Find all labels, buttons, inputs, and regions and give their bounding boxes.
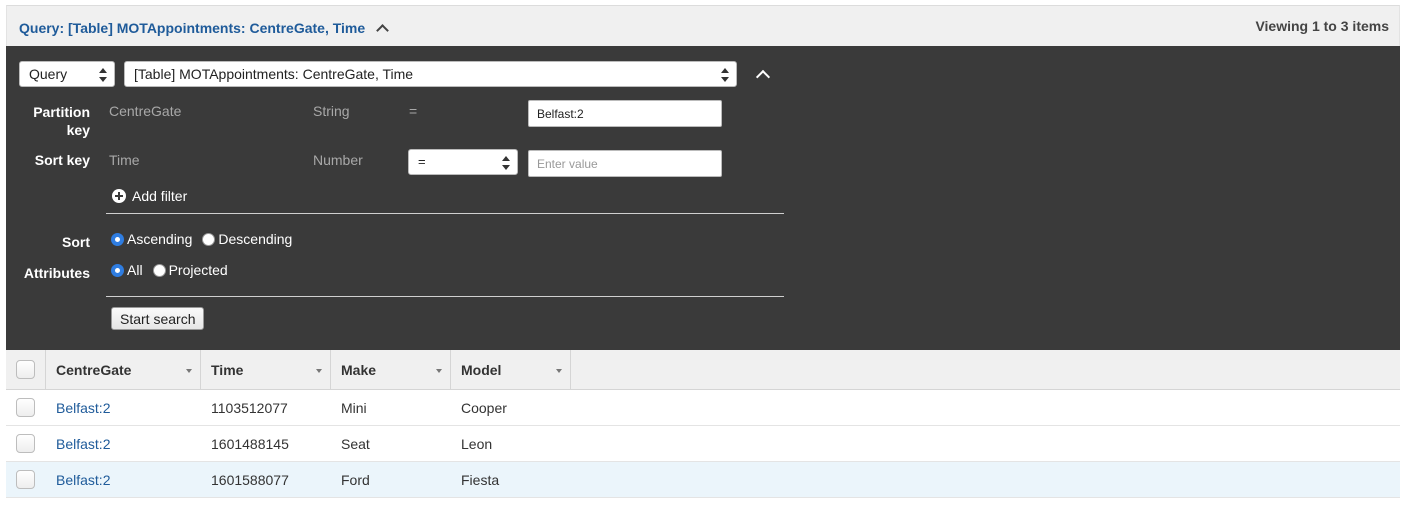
sort-radio-group: Ascending Descending [111, 231, 302, 247]
column-header-model[interactable]: Model [451, 350, 571, 390]
row-checkbox[interactable] [16, 434, 35, 453]
divider [106, 213, 784, 214]
row-checkbox-cell [6, 390, 46, 425]
sort-ascending-label: Ascending [127, 231, 193, 247]
attributes-radio-group: All Projected [111, 262, 238, 278]
sort-key-name: Time [109, 152, 140, 168]
divider [106, 296, 784, 297]
partition-key-name: CentreGate [109, 103, 182, 119]
query-title-toggle[interactable]: Query: [Table] MOTAppointments: CentreGa… [19, 20, 389, 36]
select-arrows-icon [99, 68, 107, 82]
sort-descending-label: Descending [218, 231, 293, 247]
column-header-label: Model [461, 362, 502, 378]
start-search-button[interactable]: Start search [111, 307, 205, 330]
results-table: CentreGate Time Make Model Belfast:2 110… [6, 350, 1400, 498]
partition-key-label: Partition key [33, 104, 90, 138]
row-time: 1601488145 [211, 436, 289, 452]
select-arrows-icon [721, 68, 729, 82]
add-filter-label: Add filter [132, 188, 188, 204]
select-all-checkbox[interactable] [16, 360, 35, 379]
attributes-label: Attributes [23, 265, 90, 281]
sort-key-operator-value: = [418, 154, 426, 169]
partition-key-type: String [313, 103, 350, 119]
column-header-time[interactable]: Time [201, 350, 331, 390]
items-count: Viewing 1 to 3 items [1255, 18, 1389, 34]
column-header-make[interactable]: Make [331, 350, 451, 390]
query-panel: Query [Table] MOTAppointments: CentreGat… [6, 46, 1400, 350]
sort-key-value-input[interactable] [528, 150, 722, 177]
index-select[interactable]: [Table] MOTAppointments: CentreGate, Tim… [124, 61, 737, 87]
table-row[interactable]: Belfast:2 1601488145 Seat Leon [6, 426, 1400, 462]
partition-key-value-input[interactable] [528, 100, 722, 127]
mode-select[interactable]: Query [19, 61, 115, 87]
table-row[interactable]: Belfast:2 1103512077 Mini Cooper [6, 390, 1400, 426]
row-checkbox-cell [6, 426, 46, 461]
attributes-all-label: All [127, 262, 143, 278]
radio-unselected-icon [152, 263, 166, 277]
column-header-label: CentreGate [56, 362, 132, 378]
index-select-value: [Table] MOTAppointments: CentreGate, Tim… [134, 66, 414, 82]
mode-select-value: Query [29, 66, 68, 82]
table-row[interactable]: Belfast:2 1601588077 Ford Fiesta [6, 462, 1400, 498]
collapse-chevron-icon[interactable] [755, 68, 771, 82]
row-make: Seat [341, 436, 370, 452]
row-make: Ford [341, 472, 370, 488]
results-header: Query: [Table] MOTAppointments: CentreGa… [6, 5, 1400, 46]
query-title: Query: [Table] MOTAppointments: CentreGa… [19, 20, 366, 36]
column-header-centregate[interactable]: CentreGate [46, 350, 201, 390]
row-time: 1601588077 [211, 472, 289, 488]
sort-descending-radio[interactable]: Descending [202, 231, 292, 247]
row-centregate-link[interactable]: Belfast:2 [46, 390, 201, 425]
partition-key-operator: = [409, 103, 418, 119]
attributes-projected-label: Projected [168, 262, 228, 278]
row-centregate-link[interactable]: Belfast:2 [46, 426, 201, 461]
sort-ascending-radio[interactable]: Ascending [111, 231, 192, 247]
attributes-all-radio[interactable]: All [111, 262, 143, 278]
add-filter-button[interactable]: Add filter [112, 188, 187, 204]
plus-circle-icon [112, 189, 126, 203]
select-all-cell [6, 350, 46, 390]
row-model: Cooper [461, 400, 507, 416]
radio-selected-icon [111, 263, 124, 277]
sort-caret-icon [316, 369, 322, 373]
row-model: Leon [461, 436, 493, 452]
sort-caret-icon [186, 369, 192, 373]
attributes-projected-radio[interactable]: Projected [152, 262, 228, 278]
sort-label: Sort [62, 234, 90, 250]
row-time: 1103512077 [211, 400, 288, 416]
row-model: Fiesta [461, 472, 500, 488]
row-checkbox[interactable] [16, 398, 35, 417]
sort-key-label: Sort key [34, 152, 90, 168]
table-header: CentreGate Time Make Model [6, 350, 1400, 390]
column-header-label: Make [341, 362, 377, 378]
row-checkbox-cell [6, 462, 46, 497]
row-checkbox[interactable] [16, 470, 35, 489]
radio-unselected-icon [202, 232, 216, 246]
row-centregate-link[interactable]: Belfast:2 [46, 462, 201, 497]
sort-key-operator-select[interactable]: = [408, 149, 518, 175]
sort-caret-icon [556, 369, 562, 373]
sort-key-type: Number [313, 152, 363, 168]
chevron-up-icon[interactable] [375, 21, 389, 35]
column-header-label: Time [211, 362, 244, 378]
radio-selected-icon [111, 232, 124, 246]
row-make: Mini [341, 400, 367, 416]
select-arrows-icon [502, 156, 510, 170]
sort-caret-icon [436, 369, 442, 373]
